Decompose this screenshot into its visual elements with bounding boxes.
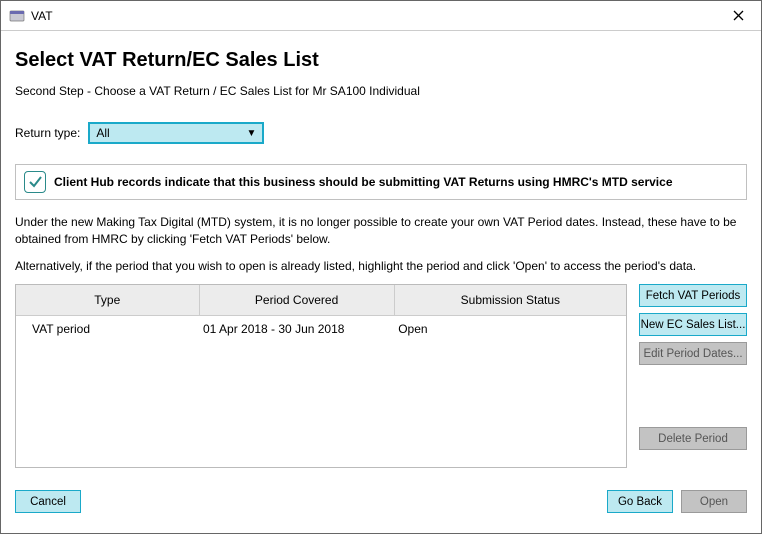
table-header-period[interactable]: Period Covered — [199, 285, 394, 315]
edit-period-dates-button[interactable]: Edit Period Dates... — [639, 342, 747, 365]
fetch-vat-periods-button[interactable]: Fetch VAT Periods — [639, 284, 747, 307]
titlebar: VAT — [1, 1, 761, 31]
cell-type: VAT period — [16, 315, 199, 343]
cell-status: Open — [394, 315, 626, 343]
close-button[interactable] — [723, 1, 753, 31]
app-icon — [9, 8, 25, 24]
check-icon — [24, 171, 46, 193]
body-paragraph-1: Under the new Making Tax Digital (MTD) s… — [15, 214, 747, 248]
table-header-status[interactable]: Submission Status — [394, 285, 626, 315]
mtd-info-bar: Client Hub records indicate that this bu… — [15, 164, 747, 200]
table-row[interactable]: VAT period 01 Apr 2018 - 30 Jun 2018 Ope… — [16, 315, 626, 343]
body-paragraph-2: Alternatively, if the period that you wi… — [15, 258, 747, 275]
mtd-info-message: Client Hub records indicate that this bu… — [54, 175, 673, 189]
page-subtitle: Second Step - Choose a VAT Return / EC S… — [15, 84, 747, 98]
return-type-value: All — [96, 126, 109, 140]
return-type-label: Return type: — [15, 126, 80, 140]
periods-table: Type Period Covered Submission Status VA… — [15, 284, 627, 468]
go-back-button[interactable]: Go Back — [607, 490, 673, 513]
page-title: Select VAT Return/EC Sales List — [15, 49, 747, 72]
window-title: VAT — [31, 9, 53, 23]
open-button[interactable]: Open — [681, 490, 747, 513]
cell-period: 01 Apr 2018 - 30 Jun 2018 — [199, 315, 394, 343]
table-header-type[interactable]: Type — [16, 285, 199, 315]
chevron-down-icon: ▼ — [246, 128, 256, 139]
new-ec-sales-list-button[interactable]: New EC Sales List... — [639, 313, 747, 336]
return-type-dropdown[interactable]: All ▼ — [88, 122, 264, 144]
cancel-button[interactable]: Cancel — [15, 490, 81, 513]
delete-period-button[interactable]: Delete Period — [639, 427, 747, 450]
